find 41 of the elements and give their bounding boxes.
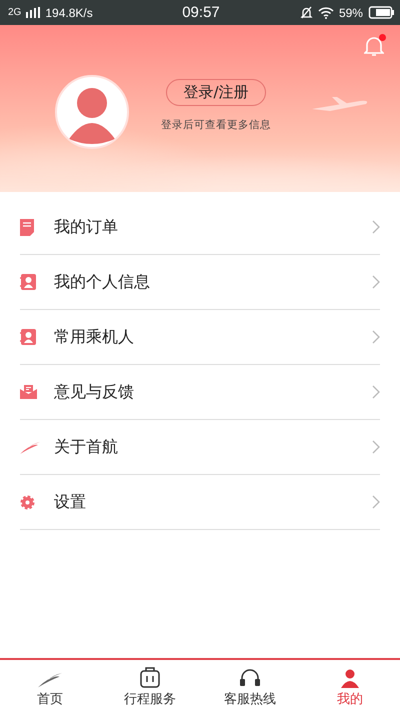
menu-item[interactable]: 设置 [20, 475, 380, 530]
battery-level: 59% [338, 6, 363, 20]
notification-bell-icon[interactable] [364, 35, 384, 57]
network-speed: 194.8K/s [45, 6, 93, 20]
headset-icon [239, 668, 261, 688]
wifi-icon [318, 6, 334, 18]
document-icon [20, 218, 34, 236]
chevron-right-icon [372, 440, 380, 454]
mail-icon [20, 385, 37, 399]
tab[interactable]: 行程服务 [100, 660, 200, 711]
chevron-right-icon [372, 330, 380, 344]
menu-label: 关于首航 [54, 436, 119, 458]
clock: 09:57 [182, 4, 220, 21]
chevron-right-icon [372, 275, 380, 289]
menu-label: 设置 [54, 492, 87, 512]
menu-item[interactable]: 常用乘机人 [20, 310, 380, 365]
settings-icon [20, 494, 35, 510]
network-type: 2G [8, 7, 22, 18]
signal-icon [26, 7, 40, 18]
chevron-right-icon [372, 385, 380, 399]
menu-item[interactable]: 关于首航 [20, 420, 380, 475]
menu-item[interactable]: 我的个人信息 [20, 255, 380, 310]
menu-label: 我的订单 [54, 216, 119, 238]
login-hint: 登录后可查看更多信息 [161, 118, 271, 132]
menu-label: 意见与反馈 [54, 382, 135, 402]
tab[interactable]: 我的 [300, 660, 400, 711]
person-icon [340, 668, 360, 688]
chevron-right-icon [372, 495, 380, 509]
battery-icon [368, 6, 394, 19]
menu-item[interactable]: 意见与反馈 [20, 365, 380, 420]
tab[interactable]: 首页 [0, 660, 100, 711]
suitcase-icon [140, 666, 160, 688]
contact-card-icon [20, 274, 36, 290]
mute-icon [300, 6, 313, 19]
menu-label: 常用乘机人 [54, 326, 135, 348]
menu-label: 我的个人信息 [54, 272, 151, 292]
contact-card-icon [20, 329, 36, 345]
chevron-right-icon [372, 220, 380, 234]
login-button[interactable]: 登录/注册 [166, 78, 266, 106]
tab[interactable]: 客服热线 [200, 660, 300, 711]
menu-item[interactable]: 我的订单 [20, 200, 380, 255]
